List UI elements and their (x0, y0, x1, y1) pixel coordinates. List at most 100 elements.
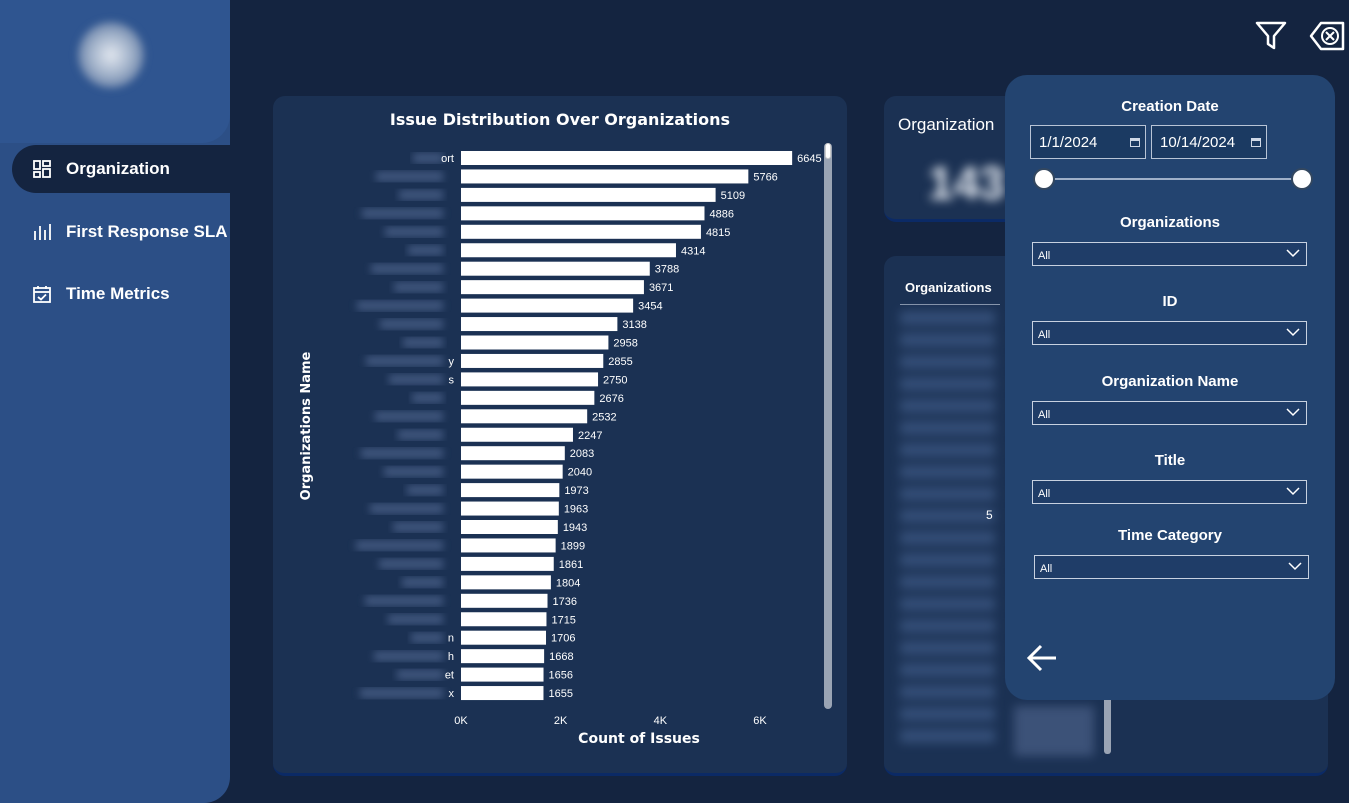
clear-filters-icon[interactable] (1309, 20, 1347, 52)
creation-date-label: Creation Date (1121, 98, 1219, 115)
slider-start-handle[interactable] (1033, 168, 1055, 190)
data-label: 4815 (706, 227, 730, 239)
calendar-icon[interactable] (1251, 138, 1261, 147)
nav-item-label: Time Metrics (66, 284, 170, 303)
blurred-category-label (357, 300, 443, 311)
date-range-slider[interactable] (1043, 178, 1301, 180)
data-label: 1655 (548, 688, 572, 700)
bar (461, 630, 547, 645)
data-label: 3788 (655, 264, 679, 276)
data-label: 3454 (638, 301, 662, 313)
bar (461, 261, 650, 276)
blurred-category-label (370, 503, 443, 514)
data-label: 1668 (549, 651, 573, 663)
data-label: 1715 (551, 614, 575, 626)
blurred-category-label (412, 392, 443, 403)
blurred-category-label (361, 448, 443, 459)
table-scrollbar[interactable] (1104, 696, 1111, 754)
category-label: x (449, 688, 455, 700)
blurred-category-label (397, 669, 443, 680)
category-label: s (449, 374, 455, 386)
title-select[interactable]: All (1032, 480, 1307, 504)
chevron-down-icon (1286, 487, 1300, 496)
blurred-category-label (379, 558, 443, 569)
blurred-category-label (356, 540, 443, 551)
chart-scrollbar[interactable] (824, 143, 832, 709)
bar (461, 612, 547, 627)
data-label: 2532 (592, 411, 616, 423)
organization-name-select[interactable]: All (1032, 401, 1307, 425)
y-axis-label: Organizations Name (299, 351, 314, 500)
card-title: Organization (898, 115, 995, 134)
nav-item-label: First Response SLA (66, 222, 228, 241)
table-total-blurred (1014, 706, 1094, 756)
x-tick-label: 2K (554, 715, 568, 727)
start-date-input[interactable]: 1/1/2024 (1030, 125, 1146, 159)
blurred-category-label (366, 355, 443, 366)
blurred-category-label (375, 411, 443, 422)
table-cell: 5 (986, 508, 993, 522)
start-date-value: 1/1/2024 (1039, 134, 1098, 151)
bar-chart-icon (34, 224, 51, 240)
data-label: 1943 (563, 522, 587, 534)
select-value: All (1038, 329, 1051, 341)
data-label: 2676 (599, 393, 623, 405)
bar (461, 649, 545, 664)
nav-item-first-response-sla[interactable]: First Response SLA (12, 208, 230, 256)
bar (461, 538, 556, 553)
nav-item-organization[interactable]: Organization (12, 145, 230, 193)
select-value: All (1040, 563, 1053, 575)
category-label: h (448, 651, 454, 663)
divider (900, 304, 1000, 305)
bar (461, 464, 563, 479)
blurred-category-label (393, 522, 443, 532)
x-axis-label: Count of Issues (578, 731, 700, 747)
bar (461, 280, 644, 295)
blurred-category-label (384, 466, 443, 477)
id-select[interactable]: All (1032, 321, 1307, 345)
bar (461, 409, 588, 424)
organizations-select[interactable]: All (1032, 242, 1307, 266)
blurred-category-label (411, 632, 443, 643)
data-label: 2083 (570, 448, 594, 460)
data-label: 4886 (709, 208, 733, 220)
blurred-category-label (388, 614, 443, 625)
nav-item-label: Organization (66, 159, 170, 178)
blurred-category-label (389, 374, 443, 385)
select-value: All (1038, 250, 1051, 262)
bar (461, 390, 595, 405)
table-header: Organizations (905, 280, 992, 295)
blurred-category-label (360, 688, 443, 699)
nav-item-time-metrics[interactable]: Time Metrics (12, 270, 230, 318)
blurred-category-label (398, 429, 443, 440)
end-date-input[interactable]: 10/14/2024 (1151, 125, 1267, 159)
data-label: 1804 (556, 577, 580, 589)
bar (461, 575, 551, 590)
calendar-icon[interactable] (1130, 138, 1140, 147)
chevron-down-icon (1286, 408, 1300, 417)
bar (461, 372, 599, 387)
data-label: 2040 (568, 467, 592, 479)
bar (461, 520, 558, 534)
blurred-category-label (376, 171, 443, 182)
card-value: 143 (928, 157, 1005, 209)
data-label: 2750 (603, 374, 627, 386)
category-label: et (445, 670, 454, 682)
filter-panel: Creation Date 1/1/2024 10/14/2024 Organi… (1005, 75, 1335, 700)
data-label: 4314 (681, 245, 705, 257)
blurred-category-label (399, 189, 443, 200)
slider-end-handle[interactable] (1291, 168, 1313, 190)
filter-icon[interactable] (1254, 20, 1288, 52)
data-label: 3671 (649, 282, 673, 294)
time-category-select[interactable]: All (1034, 555, 1309, 579)
bar (461, 686, 544, 701)
bar (461, 556, 554, 571)
back-arrow-icon[interactable] (1025, 643, 1059, 673)
blurred-category-label (403, 337, 443, 348)
chart-scroll-thumb[interactable] (825, 143, 831, 159)
category-label: ort (441, 153, 454, 165)
dashboard-icon (33, 160, 51, 178)
data-label: 5109 (721, 190, 745, 202)
bar (461, 206, 705, 221)
blurred-category-label (374, 651, 443, 662)
